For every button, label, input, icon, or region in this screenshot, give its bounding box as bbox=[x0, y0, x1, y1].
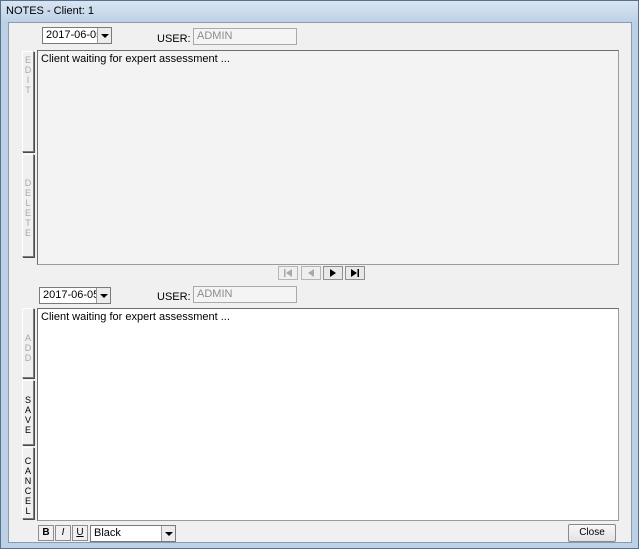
top-note-text[interactable]: Client waiting for expert assessment ... bbox=[37, 50, 619, 265]
window-client-area: 2017-06-05 USER: ADMIN E D I T D E L E T… bbox=[8, 22, 632, 543]
nav-next-button[interactable] bbox=[323, 266, 343, 280]
nav-prev-button[interactable] bbox=[301, 266, 321, 280]
bottom-user-label: USER: bbox=[157, 291, 191, 303]
window-title: NOTES - Client: 1 bbox=[6, 5, 95, 17]
text-color-select[interactable]: Black bbox=[90, 525, 176, 542]
chevron-down-icon bbox=[161, 526, 175, 541]
bottom-date-select[interactable]: 2017-06-05 bbox=[39, 287, 111, 304]
nav-last-button[interactable] bbox=[345, 266, 365, 280]
chevron-down-icon bbox=[96, 288, 110, 303]
save-button[interactable]: S A V E bbox=[22, 380, 34, 445]
bold-button[interactable]: B bbox=[38, 525, 54, 541]
top-date-value: 2017-06-05 bbox=[46, 29, 103, 41]
edit-button[interactable]: E D I T bbox=[22, 51, 34, 152]
next-icon bbox=[330, 269, 336, 277]
text-color-value: Black bbox=[94, 527, 121, 539]
skip-first-icon bbox=[284, 269, 292, 277]
notes-window: NOTES - Client: 1 2017-06-05 USER: ADMIN… bbox=[0, 0, 639, 549]
top-user-field: ADMIN bbox=[193, 28, 297, 45]
top-user-label: USER: bbox=[157, 33, 191, 45]
cancel-button[interactable]: C A N C E L bbox=[22, 447, 34, 519]
delete-button[interactable]: D E L E T E bbox=[22, 154, 34, 257]
bottom-note-editor[interactable]: Client waiting for expert assessment ... bbox=[37, 308, 619, 521]
underline-button[interactable]: U bbox=[72, 525, 88, 541]
italic-button[interactable]: I bbox=[55, 525, 71, 541]
skip-last-icon bbox=[351, 269, 359, 277]
nav-first-button[interactable] bbox=[278, 266, 298, 280]
title-bar: NOTES - Client: 1 bbox=[1, 1, 638, 21]
bottom-user-field: ADMIN bbox=[193, 286, 297, 303]
close-button[interactable]: Close bbox=[568, 524, 616, 542]
top-date-select[interactable]: 2017-06-05 bbox=[42, 27, 112, 44]
prev-icon bbox=[308, 269, 314, 277]
chevron-down-icon bbox=[97, 28, 111, 43]
add-button[interactable]: A D D bbox=[22, 308, 34, 378]
bottom-date-value: 2017-06-05 bbox=[43, 289, 100, 301]
